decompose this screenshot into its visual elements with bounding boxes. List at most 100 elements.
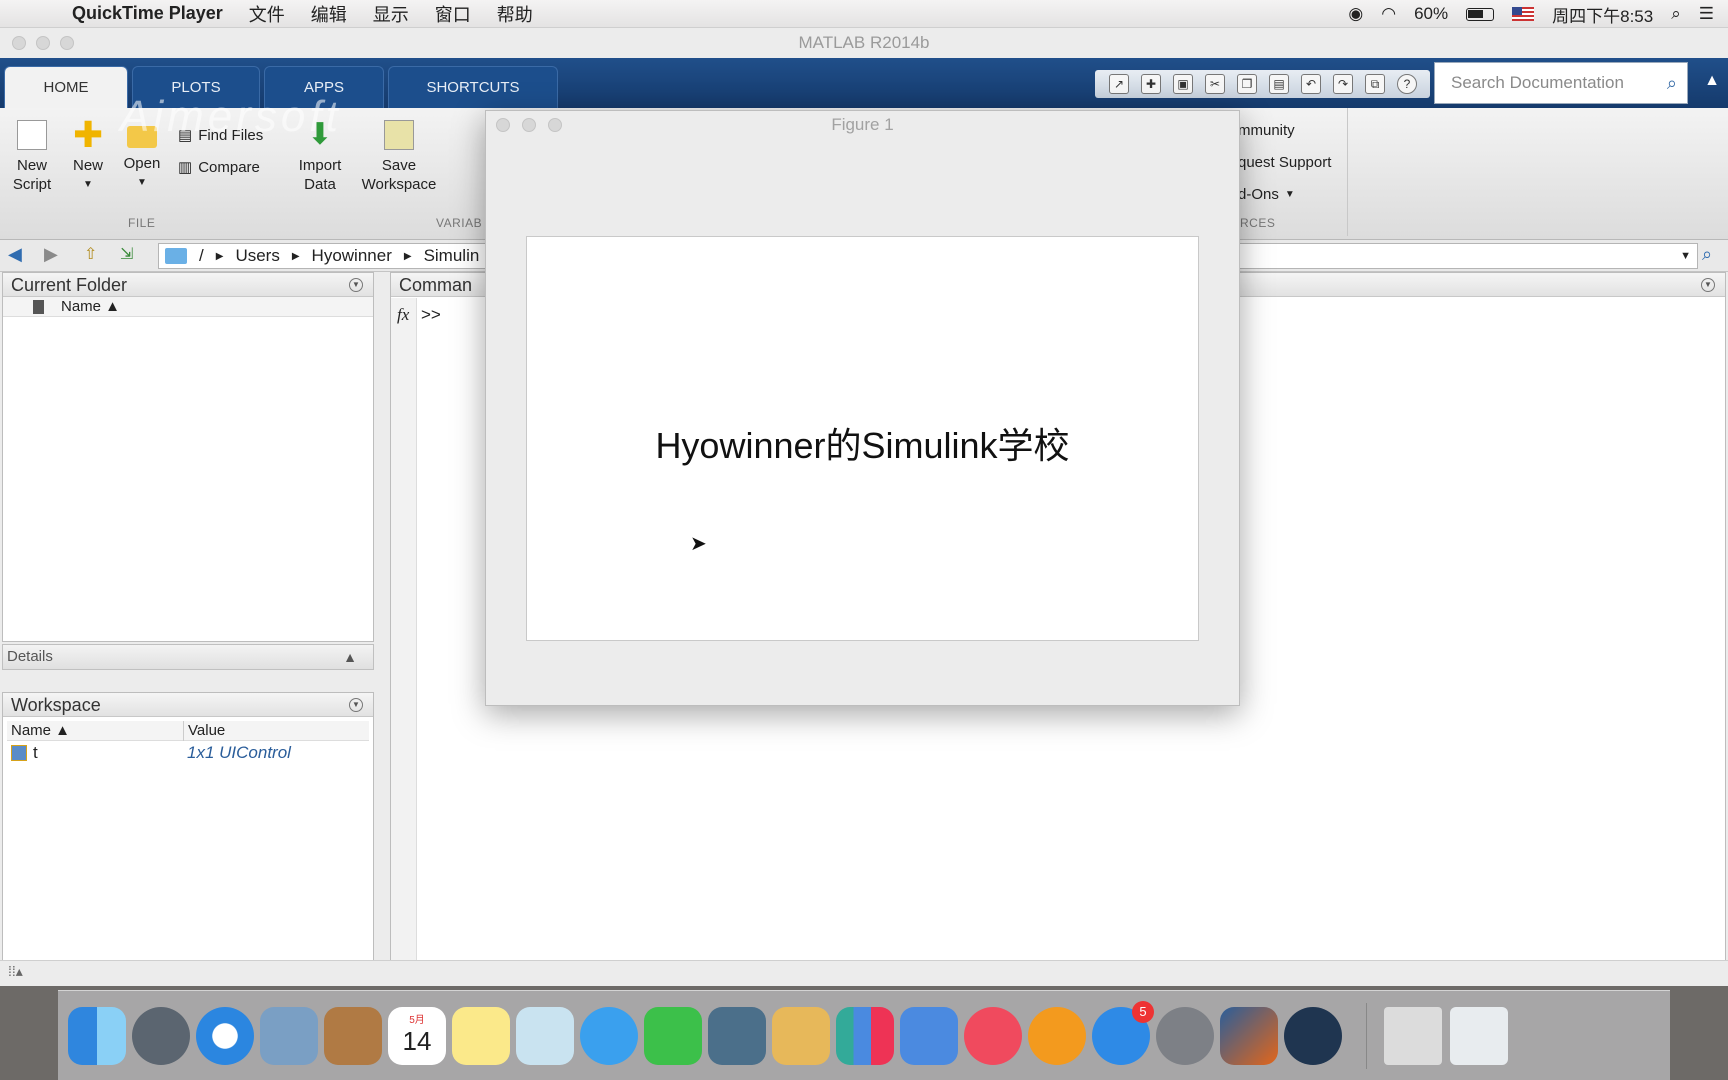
path-dropdown-icon[interactable]: ▼ xyxy=(1680,250,1691,262)
group-resources: RCES xyxy=(1240,216,1276,230)
current-folder-panel: Current Folder ▼ Name ▲ xyxy=(2,272,374,642)
status-grip-icon[interactable]: ⁞⁞▴ xyxy=(8,963,23,980)
menu-file[interactable]: 文件 xyxy=(249,1,285,27)
compare-icon: ▥ xyxy=(178,159,193,176)
redo-icon[interactable]: ↷ xyxy=(1333,74,1353,94)
command-prompt[interactable]: >> xyxy=(421,305,441,325)
save-icon[interactable]: ▣ xyxy=(1173,74,1193,94)
chevron-down-icon: ▼ xyxy=(83,179,93,190)
record-icon[interactable]: ◉ xyxy=(1348,4,1363,24)
zoom-button[interactable] xyxy=(60,36,74,50)
variable-name: t xyxy=(33,743,38,762)
minimize-toolstrip-icon[interactable]: ▲ xyxy=(1704,72,1720,90)
path-simulink[interactable]: Simulin xyxy=(424,246,480,266)
new-button[interactable]: ✚ New ▼ xyxy=(68,114,108,194)
undo-icon[interactable]: ↶ xyxy=(1301,74,1321,94)
launchpad-icon[interactable] xyxy=(132,1007,190,1065)
matlab-icon[interactable] xyxy=(1220,1007,1278,1065)
save-workspace-label: Save Workspace xyxy=(361,157,437,193)
quicktime-icon[interactable] xyxy=(1284,1007,1342,1065)
panel-actions-icon[interactable]: ▼ xyxy=(349,278,363,292)
figure-zoom-button[interactable] xyxy=(548,118,562,132)
shortcut-icon[interactable]: ↗ xyxy=(1109,74,1129,94)
addons-button[interactable]: d-Ons ▼ xyxy=(1238,186,1295,203)
compare-label: Compare xyxy=(198,158,260,176)
mail-icon[interactable] xyxy=(260,1007,318,1065)
switch-windows-icon[interactable]: ⧉ xyxy=(1365,74,1385,94)
documents-stack-icon[interactable] xyxy=(1384,1007,1442,1065)
wifi-icon[interactable]: ◠ xyxy=(1381,4,1396,24)
keynote-icon[interactable] xyxy=(900,1007,958,1065)
current-folder-column-name[interactable]: Name ▲ xyxy=(3,297,373,317)
photo-booth-icon[interactable] xyxy=(708,1007,766,1065)
app-store-badge: 5 xyxy=(1132,1001,1154,1023)
paste-icon[interactable]: ▤ xyxy=(1269,74,1289,94)
dock-divider xyxy=(1366,1003,1367,1069)
cut-icon[interactable]: ✂ xyxy=(1205,74,1225,94)
menu-help[interactable]: 帮助 xyxy=(497,1,533,27)
table-row[interactable]: t 1x1 UIControl xyxy=(7,741,369,765)
tab-home[interactable]: HOME xyxy=(4,66,128,108)
close-button[interactable] xyxy=(12,36,26,50)
calendar-icon[interactable]: 5月 14 xyxy=(388,1007,446,1065)
community-link[interactable]: mmunity xyxy=(1238,122,1295,139)
trash-icon[interactable] xyxy=(1450,1007,1508,1065)
maps-icon[interactable] xyxy=(516,1007,574,1065)
path-users[interactable]: Users xyxy=(235,246,279,266)
search-folder-icon[interactable]: ⌕ xyxy=(1702,244,1712,265)
itunes-icon[interactable] xyxy=(964,1007,1022,1065)
up-folder-icon[interactable]: ⇧ xyxy=(84,244,97,264)
new-script-button[interactable]: New Script xyxy=(8,120,56,194)
numbers-icon[interactable] xyxy=(836,1007,894,1065)
notes-icon[interactable] xyxy=(452,1007,510,1065)
path-separator-icon: ▶ xyxy=(291,250,300,262)
forward-icon[interactable]: ▶ xyxy=(44,244,58,265)
menu-window[interactable]: 窗口 xyxy=(435,1,471,27)
app-store-icon[interactable]: 5 xyxy=(1092,1001,1154,1065)
search-documentation-input[interactable]: Search Documentation ⌕ xyxy=(1434,62,1688,104)
function-browser-icon[interactable]: fx xyxy=(397,305,409,325)
path-hyowinner[interactable]: Hyowinner xyxy=(312,246,392,266)
search-placeholder: Search Documentation xyxy=(1451,73,1624,92)
menu-app-name[interactable]: QuickTime Player xyxy=(72,3,223,24)
pages-icon[interactable] xyxy=(772,1007,830,1065)
facetime-icon[interactable] xyxy=(644,1007,702,1065)
copy-icon[interactable]: ❐ xyxy=(1237,74,1257,94)
workspace-column-value[interactable]: Value xyxy=(183,721,225,741)
messages-icon[interactable] xyxy=(580,1007,638,1065)
finder-icon[interactable] xyxy=(68,1007,126,1065)
contacts-icon[interactable] xyxy=(324,1007,382,1065)
figure-close-button[interactable] xyxy=(496,118,510,132)
new-label: New xyxy=(72,157,103,174)
panel-actions-icon[interactable]: ▼ xyxy=(349,698,363,712)
menu-edit[interactable]: 编辑 xyxy=(311,1,347,27)
panel-actions-icon[interactable]: ▼ xyxy=(1701,278,1715,292)
plus-icon: ✚ xyxy=(73,114,104,155)
minimize-button[interactable] xyxy=(36,36,50,50)
workspace-column-name[interactable]: Name ▲ xyxy=(11,721,70,741)
figure-minimize-button[interactable] xyxy=(522,118,536,132)
request-support-link[interactable]: quest Support xyxy=(1238,154,1331,171)
menubar-clock[interactable]: 周四下午8:53 xyxy=(1552,2,1653,27)
help-icon[interactable]: ? xyxy=(1397,74,1417,94)
notification-center-icon[interactable]: ☰ xyxy=(1699,4,1714,24)
new-shortcut-icon[interactable]: ✚ xyxy=(1141,74,1161,94)
path-separator-icon: ▶ xyxy=(215,250,224,262)
tab-shortcuts[interactable]: SHORTCUTS xyxy=(388,66,558,108)
chevron-up-icon[interactable]: ▲ xyxy=(343,645,357,669)
safari-icon[interactable] xyxy=(196,1007,254,1065)
input-source-flag-icon[interactable] xyxy=(1512,7,1535,21)
save-workspace-button[interactable]: Save Workspace xyxy=(356,120,442,194)
back-icon[interactable]: ◀ xyxy=(8,244,22,265)
menu-view[interactable]: 显示 xyxy=(373,1,409,27)
battery-percent[interactable]: 60% xyxy=(1414,4,1448,24)
folder-icon xyxy=(165,248,187,264)
path-root[interactable]: / xyxy=(199,246,204,266)
browse-folder-icon[interactable]: ⇲ xyxy=(120,244,133,264)
search-icon[interactable]: ⌕ xyxy=(1667,63,1677,103)
compare-button[interactable]: ▥ Compare xyxy=(178,158,260,177)
system-preferences-icon[interactable] xyxy=(1156,1007,1214,1065)
spotlight-icon[interactable]: ⌕ xyxy=(1671,4,1681,24)
ibooks-icon[interactable] xyxy=(1028,1007,1086,1065)
details-panel[interactable]: Details ▲ xyxy=(2,644,374,670)
